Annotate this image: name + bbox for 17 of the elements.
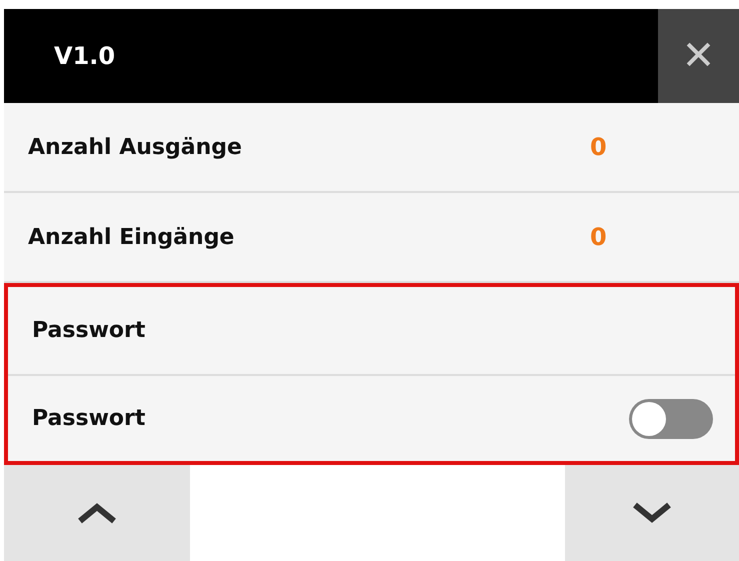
version-title: V1.0: [53, 42, 116, 70]
setting-label: Anzahl Eingänge: [28, 224, 234, 250]
setting-row[interactable]: Anzahl Ausgänge 0: [4, 103, 739, 193]
close-button[interactable]: ✕: [658, 9, 739, 103]
setting-label: Passwort: [32, 318, 146, 343]
setting-row[interactable]: Anzahl Eingänge 0: [4, 193, 739, 283]
scroll-down-button[interactable]: [565, 465, 739, 561]
setting-row[interactable]: Passwort: [8, 374, 735, 461]
toggle-switch[interactable]: [629, 398, 713, 438]
setting-row[interactable]: Passwort: [8, 287, 735, 374]
setting-value: 0: [590, 223, 607, 251]
chevron-down-icon: [631, 502, 673, 524]
chevron-up-icon: [76, 502, 118, 524]
setting-label: Passwort: [32, 406, 146, 431]
setting-label: Anzahl Ausgänge: [28, 134, 242, 160]
scroll-up-button[interactable]: [4, 465, 190, 561]
setting-value: 0: [590, 133, 607, 161]
